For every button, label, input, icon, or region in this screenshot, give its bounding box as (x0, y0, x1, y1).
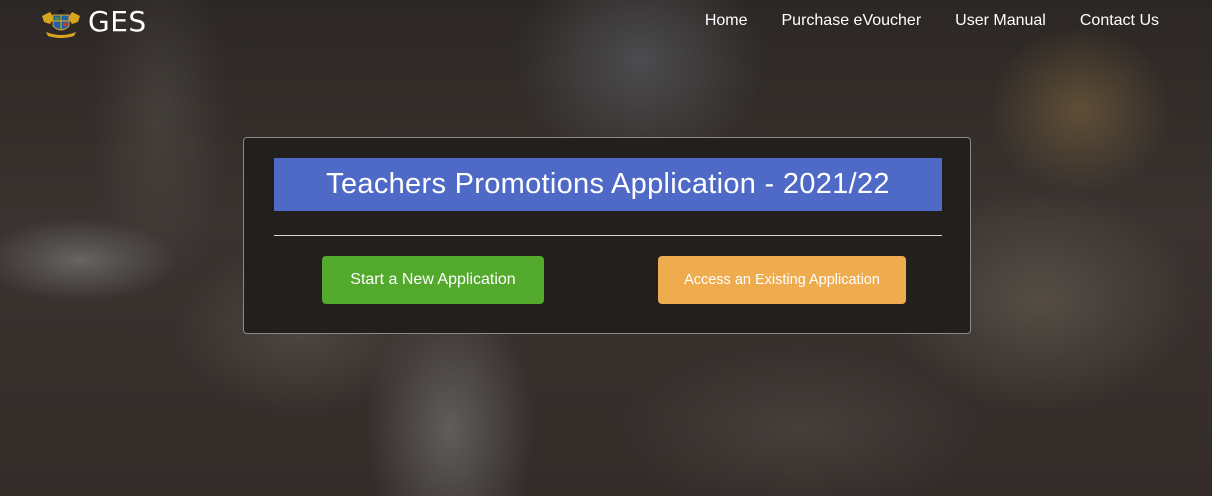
coat-of-arms-icon (42, 7, 80, 38)
nav-purchase-evoucher[interactable]: Purchase eVoucher (765, 0, 939, 42)
brand-link[interactable]: GES (40, 6, 147, 38)
navbar: GES Home Purchase eVoucher User Manual C… (0, 0, 1212, 44)
nav-links: Home Purchase eVoucher User Manual Conta… (688, 0, 1176, 42)
access-existing-application-button[interactable]: Access an Existing Application (658, 256, 906, 304)
brand-text: GES (88, 5, 147, 38)
page-title: Teachers Promotions Application - 2021/2… (274, 158, 942, 211)
divider (274, 235, 942, 236)
start-new-application-button[interactable]: Start a New Application (322, 256, 544, 304)
nav-home[interactable]: Home (688, 0, 765, 42)
application-card: Teachers Promotions Application - 2021/2… (243, 137, 971, 334)
nav-contact-us[interactable]: Contact Us (1063, 0, 1176, 42)
nav-user-manual[interactable]: User Manual (938, 0, 1063, 42)
